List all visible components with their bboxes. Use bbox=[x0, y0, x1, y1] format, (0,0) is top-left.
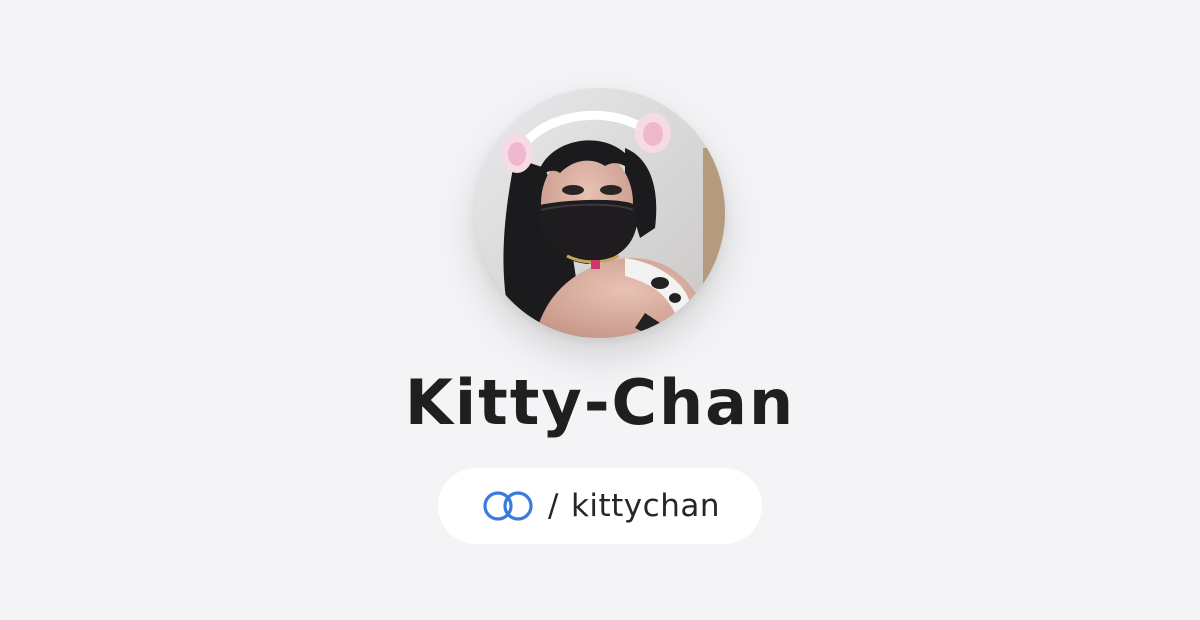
bottom-accent-bar bbox=[0, 620, 1200, 630]
display-name: Kitty-Chan bbox=[404, 366, 796, 439]
profile-handle: kittychan bbox=[570, 488, 720, 524]
avatar-photo bbox=[475, 88, 725, 338]
profile-share-card: Kitty-Chan / kittychan bbox=[0, 0, 1200, 630]
handle-separator: / bbox=[547, 488, 559, 524]
profile-link-pill[interactable]: / kittychan bbox=[438, 468, 762, 544]
avatar bbox=[475, 88, 725, 338]
linked-rings-logo-icon bbox=[483, 491, 533, 521]
